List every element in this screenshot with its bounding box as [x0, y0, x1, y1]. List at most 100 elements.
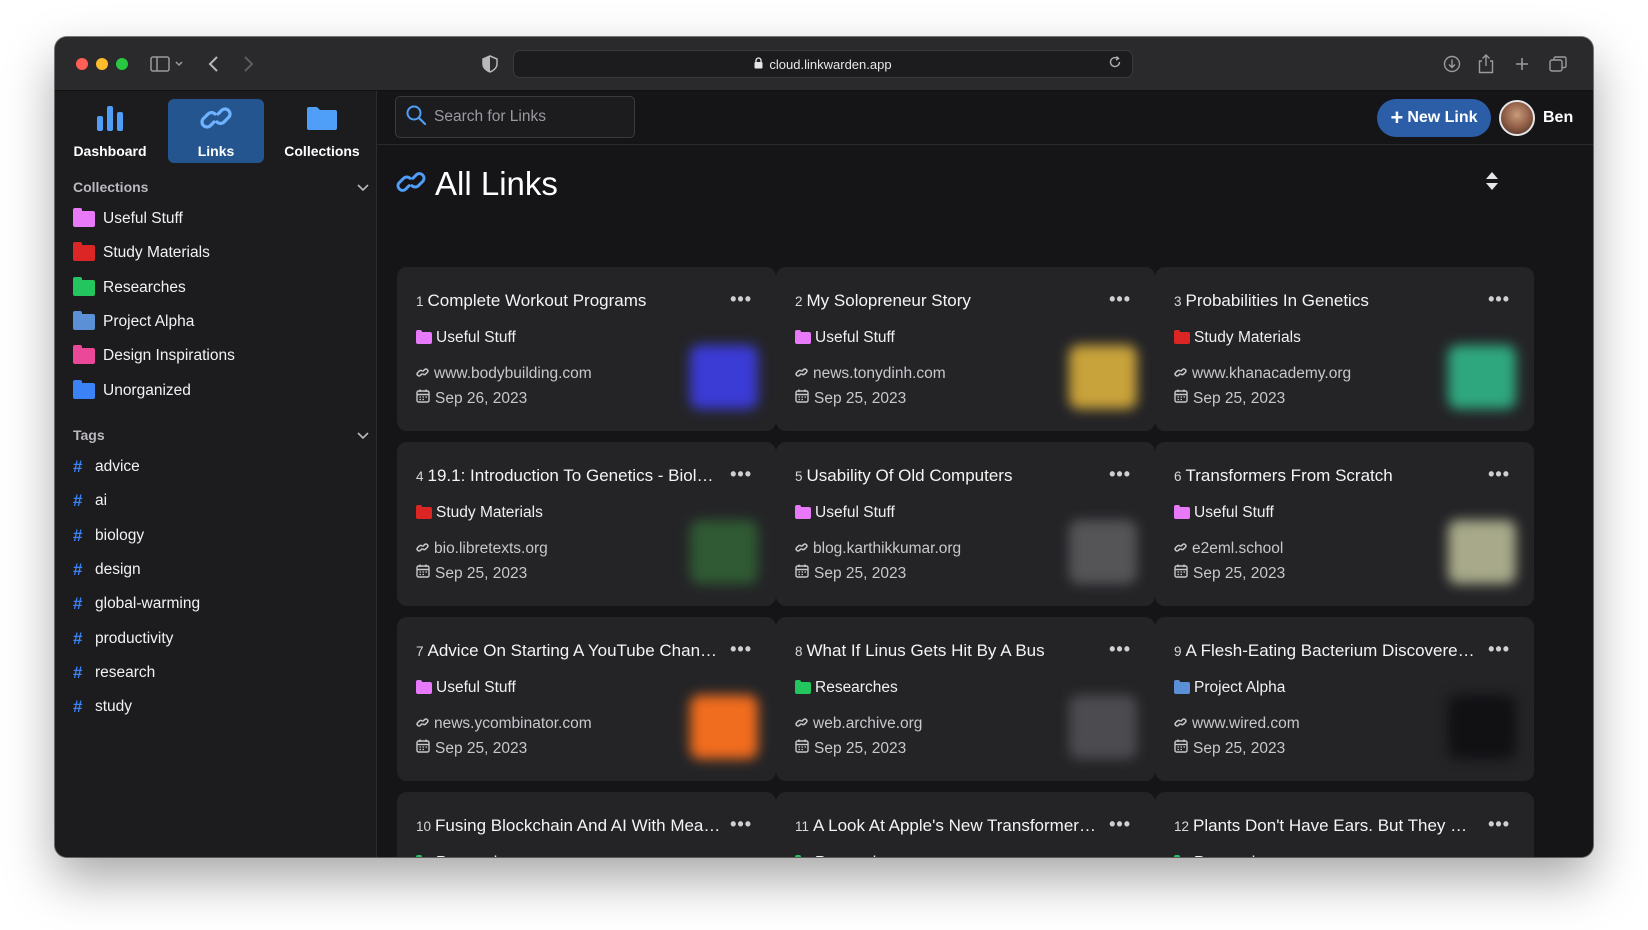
link-domain[interactable]: www.khanacademy.org [1174, 365, 1351, 383]
sidebar-collection-item[interactable]: Unorganized [73, 379, 191, 403]
sidebar-collection-item[interactable]: Useful Stuff [73, 207, 183, 231]
reload-icon[interactable] [1108, 55, 1122, 72]
more-options-icon[interactable]: ••• [1488, 464, 1510, 485]
new-link-button[interactable]: + New Link [1377, 99, 1491, 137]
user-name[interactable]: Ben [1543, 109, 1573, 127]
link-title[interactable]: 7 Advice On Starting A YouTube Channel [416, 641, 721, 661]
nav-links[interactable]: Links [168, 99, 264, 163]
link-card[interactable]: 8 What If Linus Gets Hit By A Bus ••• Resea… [776, 617, 1155, 781]
link-thumbnail[interactable] [1069, 695, 1137, 759]
link-collection[interactable]: Researches [416, 854, 519, 857]
tab-overview-icon[interactable] [1547, 51, 1569, 77]
link-card[interactable]: 4 19.1: Introduction To Genetics - Biolog… [397, 442, 776, 606]
minimize-window-button[interactable] [96, 58, 108, 70]
link-domain[interactable]: news.ycombinator.com [416, 715, 592, 733]
link-title[interactable]: 5 Usability Of Old Computers [795, 466, 1100, 486]
link-title[interactable]: 6 Transformers From Scratch [1174, 466, 1479, 486]
more-options-icon[interactable]: ••• [1109, 289, 1131, 310]
link-collection[interactable]: Researches [795, 854, 898, 857]
privacy-shield-icon[interactable] [479, 51, 501, 77]
nav-dashboard[interactable]: Dashboard [62, 99, 158, 163]
sidebar-collection-item[interactable]: Study Materials [73, 241, 210, 265]
avatar[interactable] [1499, 100, 1535, 136]
nav-collections[interactable]: Collections [274, 99, 370, 163]
sidebar-tag-item[interactable]: # study [73, 695, 132, 719]
link-collection[interactable]: Useful Stuff [795, 329, 895, 347]
zoom-window-button[interactable] [116, 58, 128, 70]
link-card[interactable]: 6 Transformers From Scratch ••• Useful Stuf… [1155, 442, 1534, 606]
more-options-icon[interactable]: ••• [1488, 639, 1510, 660]
link-card[interactable]: 5 Usability Of Old Computers ••• Useful Stu… [776, 442, 1155, 606]
link-title[interactable]: 4 19.1: Introduction To Genetics - Biolog… [416, 466, 721, 486]
more-options-icon[interactable]: ••• [1109, 464, 1131, 485]
link-card[interactable]: 2 My Solopreneur Story ••• Useful Stuff news… [776, 267, 1155, 431]
link-collection[interactable]: Study Materials [1174, 329, 1301, 347]
link-collection[interactable]: Researches [1174, 854, 1277, 857]
more-options-icon[interactable]: ••• [1488, 289, 1510, 310]
link-title[interactable]: 9A Flesh-Eating Bacterium Discovered In … [1174, 641, 1479, 661]
close-window-button[interactable] [76, 58, 88, 70]
link-collection[interactable]: Useful Stuff [416, 679, 516, 697]
sidebar-tag-item[interactable]: # research [73, 661, 155, 685]
download-icon[interactable] [1441, 51, 1463, 77]
sort-icon[interactable] [1485, 171, 1499, 196]
more-options-icon[interactable]: ••• [1109, 814, 1131, 835]
link-title[interactable]: 3 Probabilities In Genetics [1174, 291, 1479, 311]
link-thumbnail[interactable] [1448, 345, 1516, 409]
link-title[interactable]: 11A Look At Apple's New Transformer-Powe… [795, 816, 1100, 836]
link-title[interactable]: 1 Complete Workout Programs [416, 291, 721, 311]
link-domain[interactable]: bio.libretexts.org [416, 540, 548, 558]
new-tab-icon[interactable] [1511, 51, 1533, 77]
link-card[interactable]: 10Fusing Blockchain And AI With Meaningf… [397, 792, 776, 857]
sidebar-collection-item[interactable]: Design Inspirations [73, 344, 235, 368]
link-collection[interactable]: Study Materials [416, 504, 543, 522]
back-arrow-icon[interactable] [203, 51, 225, 77]
link-collection[interactable]: Researches [795, 679, 898, 697]
link-card[interactable]: 7 Advice On Starting A YouTube Channel •••… [397, 617, 776, 781]
sidebar-tag-item[interactable]: # ai [73, 489, 107, 513]
link-card[interactable]: 1 Complete Workout Programs ••• Useful Stuf… [397, 267, 776, 431]
link-title[interactable]: 8 What If Linus Gets Hit By A Bus [795, 641, 1100, 661]
link-thumbnail[interactable] [1448, 695, 1516, 759]
link-collection[interactable]: Project Alpha [1174, 679, 1285, 697]
link-collection[interactable]: Useful Stuff [1174, 504, 1274, 522]
link-thumbnail[interactable] [1069, 520, 1137, 584]
link-thumbnail[interactable] [1448, 520, 1516, 584]
link-title[interactable]: 12Plants Don't Have Ears. But They Can S… [1174, 816, 1479, 836]
link-thumbnail[interactable] [690, 345, 758, 409]
address-bar[interactable]: cloud.linkwarden.app [513, 50, 1133, 78]
link-collection[interactable]: Useful Stuff [795, 504, 895, 522]
sidebar-tag-item[interactable]: # biology [73, 524, 144, 548]
link-domain[interactable]: www.wired.com [1174, 715, 1300, 733]
tags-section-toggle[interactable]: Tags [73, 425, 369, 445]
link-card[interactable]: 3 Probabilities In Genetics ••• Study Mater… [1155, 267, 1534, 431]
more-options-icon[interactable]: ••• [730, 464, 752, 485]
forward-arrow-icon[interactable] [237, 51, 259, 77]
sidebar-tag-item[interactable]: # advice [73, 455, 140, 479]
link-thumbnail[interactable] [690, 695, 758, 759]
sidebar-tag-item[interactable]: # global-warming [73, 592, 200, 616]
link-thumbnail[interactable] [690, 520, 758, 584]
link-domain[interactable]: web.archive.org [795, 715, 922, 733]
link-domain[interactable]: blog.karthikkumar.org [795, 540, 961, 558]
sidebar-collection-item[interactable]: Project Alpha [73, 310, 194, 334]
more-options-icon[interactable]: ••• [730, 639, 752, 660]
more-options-icon[interactable]: ••• [1488, 814, 1510, 835]
link-title[interactable]: 2 My Solopreneur Story [795, 291, 1100, 311]
collections-section-toggle[interactable]: Collections [73, 177, 369, 197]
share-icon[interactable] [1475, 51, 1497, 77]
link-thumbnail[interactable] [1069, 345, 1137, 409]
sidebar-collection-item[interactable]: Researches [73, 276, 186, 300]
more-options-icon[interactable]: ••• [730, 289, 752, 310]
sidebar-tag-item[interactable]: # productivity [73, 627, 173, 651]
link-card[interactable]: 12Plants Don't Have Ears. But They Can S… [1155, 792, 1534, 857]
link-card[interactable]: 11A Look At Apple's New Transformer-Powe… [776, 792, 1155, 857]
link-collection[interactable]: Useful Stuff [416, 329, 516, 347]
link-card[interactable]: 9A Flesh-Eating Bacterium Discovered In … [1155, 617, 1534, 781]
more-options-icon[interactable]: ••• [1109, 639, 1131, 660]
search-box[interactable] [395, 96, 635, 138]
link-domain[interactable]: www.bodybuilding.com [416, 365, 592, 383]
more-options-icon[interactable]: ••• [730, 814, 752, 835]
link-domain[interactable]: e2eml.school [1174, 540, 1283, 558]
sidebar-tag-item[interactable]: # design [73, 558, 141, 582]
